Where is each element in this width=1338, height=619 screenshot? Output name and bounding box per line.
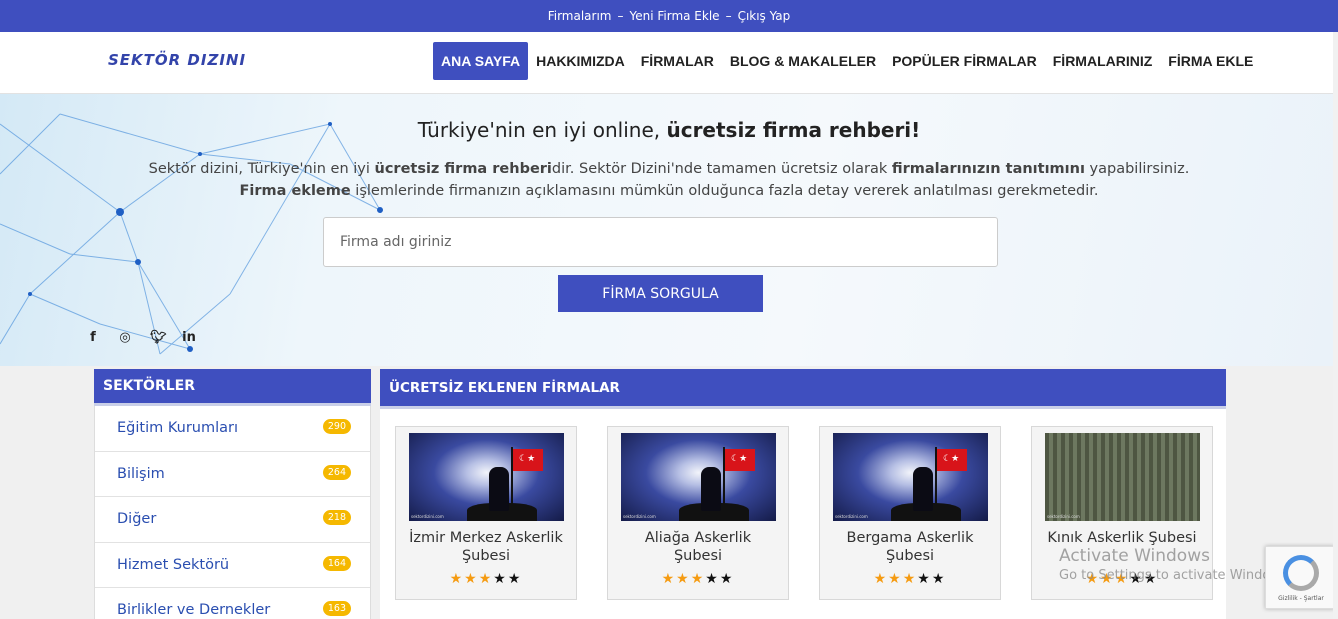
desc-bold: firmalarınızın tanıtımını <box>891 161 1085 177</box>
sector-count-badge: 164 <box>322 555 351 571</box>
nav-home[interactable]: ANA SAYFA <box>433 42 529 80</box>
sector-item[interactable]: Eğitim Kurumları 290 <box>95 406 370 452</box>
image-watermark: sektordizini.com <box>623 514 656 519</box>
hero-title-bold: ücretsiz firma rehberi! <box>666 118 921 142</box>
nav-companies[interactable]: FİRMALAR <box>633 42 722 80</box>
sectors-sidebar: SEKTÖRLER Eğitim Kurumları 290 Bilişim 2… <box>94 369 371 619</box>
hero-title: Türkiye'nin en iyi online, ücretsiz firm… <box>0 118 1338 142</box>
star-filled-icon: ★ <box>478 571 494 587</box>
sector-label: Diğer <box>117 511 157 528</box>
hero-title-regular: Türkiye'nin en iyi online, <box>417 118 667 142</box>
activate-subtitle: Go to Settings to activate Windows. <box>1059 568 1292 583</box>
company-title[interactable]: İzmir Merkez Askerlik Şubesi <box>409 529 563 567</box>
nav-popular[interactable]: POPÜLER FİRMALAR <box>884 42 1045 80</box>
linkedin-icon[interactable]: in <box>182 330 196 345</box>
free-companies-title: ÜCRETSİZ EKLENEN FİRMALAR <box>380 369 1226 409</box>
star-filled-icon: ★ <box>873 571 889 587</box>
nav-add-company[interactable]: FİRMA EKLE <box>1160 42 1261 80</box>
sector-label: Birlikler ve Dernekler <box>117 602 271 619</box>
sectors-title: SEKTÖRLER <box>94 369 371 406</box>
sector-count-badge: 290 <box>322 419 351 434</box>
sector-item[interactable]: Bilişim 264 <box>95 452 370 497</box>
rating-stars: ★★★★★ <box>621 571 775 587</box>
company-image[interactable]: sektordizini.com <box>409 433 564 521</box>
image-watermark: sektordizini.com <box>1047 514 1080 519</box>
star-filled-icon: ★ <box>888 571 903 587</box>
star-filled-icon: ★ <box>676 571 691 587</box>
hero-description: Sektör dizini, Türkiye'nin en iyi ücrets… <box>0 158 1338 202</box>
sector-item[interactable]: Diğer 218 <box>95 497 370 543</box>
my-companies-link[interactable]: Firmalarım <box>548 9 612 23</box>
star-filled-icon: ★ <box>902 571 918 587</box>
sector-count-badge: 163 <box>322 601 351 616</box>
desc-text: Sektör dizini, Türkiye'nin en iyi <box>148 161 375 177</box>
main-nav: ANA SAYFA HAKKIMIZDA FİRMALAR BLOG & MAK… <box>433 42 1261 80</box>
desc-bold: Firma ekleme <box>239 183 351 199</box>
star-filled-icon: ★ <box>690 571 706 587</box>
star-empty-icon: ★ <box>719 571 735 587</box>
image-watermark: sektordizini.com <box>835 514 868 519</box>
sector-count-badge: 264 <box>322 464 351 480</box>
site-header: SEKTÖR DIZINI ANA SAYFA HAKKIMIZDA FİRMA… <box>0 32 1338 94</box>
page-scrollbar[interactable] <box>1333 32 1338 619</box>
top-bar: Firmalarım – Yeni Firma Ekle – Çıkış Yap <box>0 0 1338 32</box>
rating-stars: ★★★★★ <box>409 571 563 587</box>
company-title[interactable]: Aliağa Askerlik Şubesi <box>621 529 775 567</box>
company-search-button[interactable]: FİRMA SORGULA <box>558 275 763 312</box>
sectors-list: Eğitim Kurumları 290 Bilişim 264 Diğer 2… <box>94 406 371 619</box>
star-empty-icon: ★ <box>493 571 508 587</box>
sector-item[interactable]: Hizmet Sektörü 164 <box>95 543 370 588</box>
facebook-icon[interactable]: f <box>86 330 100 345</box>
star-filled-icon: ★ <box>449 571 465 587</box>
star-empty-icon: ★ <box>705 571 720 587</box>
company-image[interactable]: sektordizini.com <box>1045 433 1200 521</box>
company-search-input[interactable] <box>323 217 998 267</box>
nav-your-companies[interactable]: FİRMALARINIZ <box>1045 42 1161 80</box>
star-filled-icon: ★ <box>661 571 677 587</box>
twitter-icon[interactable]: 🐦︎ <box>150 330 167 345</box>
activate-windows-watermark: Activate Windows Go to Settings to activ… <box>1059 546 1292 583</box>
logout-link[interactable]: Çıkış Yap <box>738 9 791 23</box>
separator: – <box>725 9 732 23</box>
recaptcha-links[interactable]: Gizlilik - Şartlar <box>1266 595 1336 602</box>
company-image[interactable]: sektordizini.com <box>621 433 776 521</box>
desc-text: işlemlerinde firmanızın açıklamasını müm… <box>350 183 1099 199</box>
company-title[interactable]: Bergama Askerlik Şubesi <box>833 529 987 567</box>
recaptcha-badge[interactable]: Gizlilik - Şartlar <box>1265 546 1335 609</box>
desc-text: dir. Sektör Dizini'nde tamamen ücretsiz … <box>551 161 892 177</box>
instagram-icon[interactable]: ◎ <box>118 330 132 345</box>
nav-blog[interactable]: BLOG & MAKALELER <box>722 42 884 80</box>
rating-stars: ★★★★★ <box>833 571 987 587</box>
sector-label: Bilişim <box>117 465 165 482</box>
desc-bold: ücretsiz firma rehberi <box>374 161 552 177</box>
company-card[interactable]: sektordizini.com Bergama Askerlik Şubesi… <box>819 426 1001 600</box>
company-card[interactable]: sektordizini.com İzmir Merkez Askerlik Ş… <box>395 426 577 600</box>
recaptcha-icon <box>1283 555 1319 591</box>
nav-about[interactable]: HAKKIMIZDA <box>528 42 633 80</box>
hero-section: Türkiye'nin en iyi online, ücretsiz firm… <box>0 94 1338 366</box>
social-links: f ◎ 🐦︎ in <box>86 330 196 345</box>
company-image[interactable]: sektordizini.com <box>833 433 988 521</box>
star-empty-icon: ★ <box>917 571 932 587</box>
sector-count-badge: 218 <box>322 510 351 525</box>
star-empty-icon: ★ <box>507 571 523 587</box>
star-empty-icon: ★ <box>931 571 947 587</box>
separator: – <box>617 9 624 23</box>
image-watermark: sektordizini.com <box>411 514 444 519</box>
star-filled-icon: ★ <box>464 571 479 587</box>
add-company-link[interactable]: Yeni Firma Ekle <box>629 9 719 23</box>
sector-label: Eğitim Kurumları <box>117 420 238 437</box>
sector-label: Hizmet Sektörü <box>117 556 230 573</box>
company-card[interactable]: sektordizini.com Aliağa Askerlik Şubesi … <box>607 426 789 600</box>
sector-item[interactable]: Birlikler ve Dernekler 163 <box>95 588 370 619</box>
desc-text: yapabilirsiniz. <box>1084 161 1190 177</box>
site-logo[interactable]: SEKTÖR DIZINI <box>108 51 246 69</box>
activate-title: Activate Windows <box>1059 546 1210 566</box>
